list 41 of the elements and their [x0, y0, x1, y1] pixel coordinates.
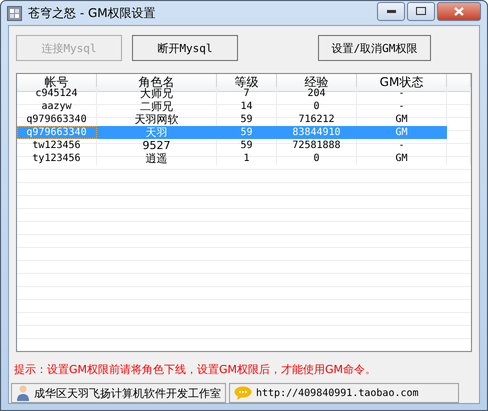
status-text: 成华区天羽飞扬计算机软件开发工作室: [34, 386, 221, 400]
table-cell: aazyw: [17, 100, 97, 113]
table-cell: 83844910: [277, 126, 357, 139]
table-cell: GM: [357, 152, 447, 165]
table-cell: 天羽: [97, 126, 217, 139]
minimize-button[interactable]: [377, 2, 405, 20]
table-cell: 204: [277, 87, 357, 100]
minimize-icon: [386, 10, 396, 12]
close-button[interactable]: [437, 2, 481, 20]
close-icon: [454, 6, 464, 16]
table-cell: 逍遥: [97, 152, 217, 165]
person-icon: [16, 385, 30, 401]
table-cell: 0: [277, 152, 357, 165]
table-cell: q979663340: [17, 126, 97, 139]
table-cell: 1: [217, 152, 277, 165]
table-cell: 大师兄: [97, 87, 217, 100]
table-cell: ty123456: [17, 152, 97, 165]
window-title: 苍穹之怒 - GM权限设置: [28, 4, 157, 22]
table-cell: 0: [277, 100, 357, 113]
table-cell: 14: [217, 100, 277, 113]
maximize-button[interactable]: [407, 2, 435, 20]
toolbar-button[interactable]: 设置/取消GM权限: [318, 35, 431, 61]
app-icon: [7, 6, 22, 20]
table-cell: -: [357, 87, 447, 100]
table-cell: 7: [217, 87, 277, 100]
chat-bubble-icon: [234, 386, 252, 400]
table-cell: tw123456: [17, 139, 97, 152]
table-cell: 59: [217, 126, 277, 139]
table-cell: 59: [217, 139, 277, 152]
table-cell: 9527: [97, 139, 217, 152]
table-cell: -: [357, 100, 447, 113]
table-cell: 72581888: [277, 139, 357, 152]
table-cell: GM: [357, 126, 447, 139]
column-header[interactable]: GM状态: [357, 74, 447, 92]
table-cell: c945124: [17, 87, 97, 100]
toolbar-button[interactable]: 断开Mysql: [132, 35, 238, 61]
table-cell: 二师兄: [97, 100, 217, 113]
hint-text: 提示：设置GM权限前请将角色下线，设置GM权限后，才能使用GM命令。: [13, 362, 378, 378]
maximize-icon: [416, 7, 426, 15]
status-text: http://409840991.taobao.com: [256, 388, 419, 398]
table-cell: -: [357, 139, 447, 152]
